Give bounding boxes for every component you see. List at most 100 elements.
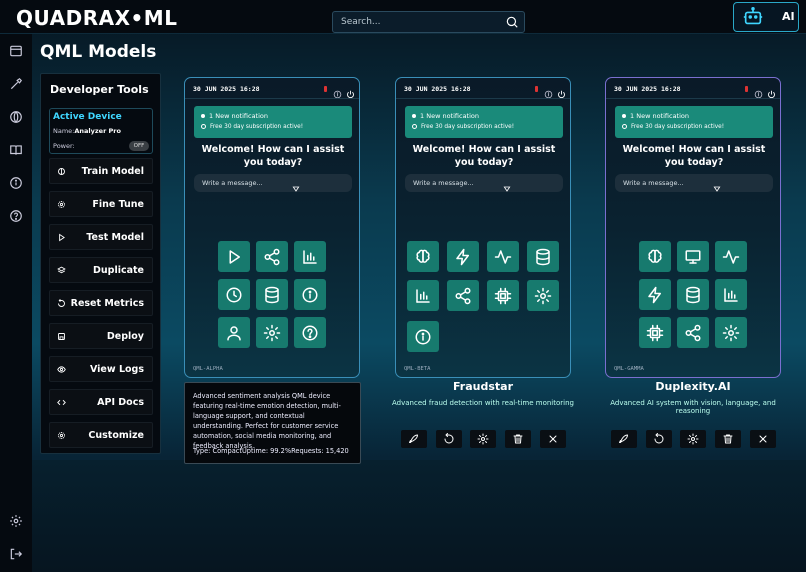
model-code: QML-GAMMA [614,366,644,372]
tile-button[interactable] [407,241,439,272]
tile-button[interactable] [407,280,439,311]
tile-button[interactable] [487,280,519,311]
tile-button[interactable] [447,280,479,311]
reset-metrics-button[interactable]: Reset Metrics [49,290,153,316]
globe-icon[interactable] [9,110,23,124]
button-label: Fine Tune [92,199,144,210]
tools-icon[interactable] [9,77,23,91]
api-docs-button[interactable]: API Docs [49,389,153,415]
duplicate-button[interactable]: Duplicate [49,257,153,283]
tile-button[interactable] [715,241,747,272]
tile-button[interactable] [218,317,250,348]
tile-button[interactable] [218,279,250,310]
tile-button[interactable] [294,317,326,348]
power-icon[interactable] [557,84,566,98]
power-icon[interactable] [346,84,355,98]
notification-sub: Free 30 day subscription active! [201,124,303,130]
close-button[interactable] [750,430,776,448]
tile-button[interactable] [527,241,559,272]
model-card[interactable]: 30 JUN 2025 16:28 1 New notification Fre… [184,77,360,378]
power-icon[interactable] [767,84,776,98]
message-placeholder: Write a message... [202,179,263,187]
trash-icon [513,434,523,444]
tile-button[interactable] [639,241,671,272]
app-title: QUADRAX•ML [16,6,178,30]
notification-banner[interactable]: 1 New notification Free 30 day subscript… [194,106,352,138]
tile-button[interactable] [256,241,288,272]
activity-icon [494,250,512,264]
tile-button[interactable] [677,279,709,310]
tile-button[interactable] [218,241,250,272]
model-card[interactable]: 30 JUN 2025 16:28 1 New notification Fre… [605,77,781,378]
power-toggle[interactable]: OFF [129,141,149,151]
tile-button[interactable] [294,241,326,272]
top-bar: QUADRAX•ML AI [0,0,806,34]
code-icon [57,399,66,406]
tile-button[interactable] [715,317,747,348]
reset-button[interactable] [436,430,462,448]
notification-banner[interactable]: 1 New notification Free 30 day subscript… [615,106,773,138]
gear-button[interactable] [470,430,496,448]
rocket-button[interactable] [401,430,427,448]
trash-button[interactable] [505,430,531,448]
deploy-button[interactable]: Deploy [49,323,153,349]
message-input[interactable]: Write a message... [615,174,773,192]
gear-icon[interactable] [9,514,23,528]
tile-button[interactable] [294,279,326,310]
device-name-value: Analyzer Pro [74,127,121,135]
gear-icon [534,287,552,305]
train-model-button[interactable]: Train Model [49,158,153,184]
info-icon[interactable] [544,84,553,99]
rocket-icon [409,434,418,443]
tile-button[interactable] [487,241,519,272]
reset-button[interactable] [646,430,672,448]
message-input[interactable]: Write a message... [194,174,352,192]
close-button[interactable] [540,430,566,448]
tile-button[interactable] [677,241,709,272]
tile-button[interactable] [447,241,479,272]
reset-icon [654,433,664,444]
search-input[interactable] [341,15,501,29]
device-name: Name:Analyzer Pro [53,127,121,135]
tile-button[interactable] [715,279,747,310]
customize-button[interactable]: Customize [49,422,153,448]
search-box[interactable] [332,11,525,33]
tile-button[interactable] [527,280,559,311]
window-icon[interactable] [9,44,23,58]
card-divider [606,98,780,99]
tile-button[interactable] [256,317,288,348]
logout-icon[interactable] [9,547,23,561]
search-icon[interactable] [505,15,519,29]
message-input[interactable]: Write a message... [405,174,563,192]
gear-button[interactable] [680,430,706,448]
eye-icon [57,366,66,373]
trash-button[interactable] [715,430,741,448]
info-icon[interactable] [754,84,763,99]
card-time: 30 JUN 2025 16:28 [193,85,260,93]
chevron-down-icon[interactable] [713,178,721,192]
rocket-button[interactable] [611,430,637,448]
tile-button[interactable] [256,279,288,310]
help-icon[interactable] [9,209,23,223]
info-icon[interactable] [9,176,23,190]
tile-button[interactable] [677,317,709,348]
ai-label: AI [782,10,795,23]
book-icon[interactable] [9,143,23,157]
notification-sub: Free 30 day subscription active! [412,124,514,130]
tile-button[interactable] [639,317,671,348]
chevron-down-icon[interactable] [292,178,300,192]
chart-icon [303,250,317,264]
device-name-label: Name: [53,127,75,135]
info-icon[interactable] [333,84,342,99]
chevron-down-icon[interactable] [503,178,511,192]
ai-assistant-button[interactable]: AI [733,2,799,32]
battery-indicator [324,86,327,92]
notification-banner[interactable]: 1 New notification Free 30 day subscript… [405,106,563,138]
fine-tune-button[interactable]: Fine Tune [49,191,153,217]
tile-button[interactable] [639,279,671,310]
model-card[interactable]: 30 JUN 2025 16:28 1 New notification Fre… [395,77,571,378]
monitor-icon [685,250,701,264]
test-model-button[interactable]: Test Model [49,224,153,250]
view-logs-button[interactable]: View Logs [49,356,153,382]
tile-button[interactable] [407,321,439,352]
